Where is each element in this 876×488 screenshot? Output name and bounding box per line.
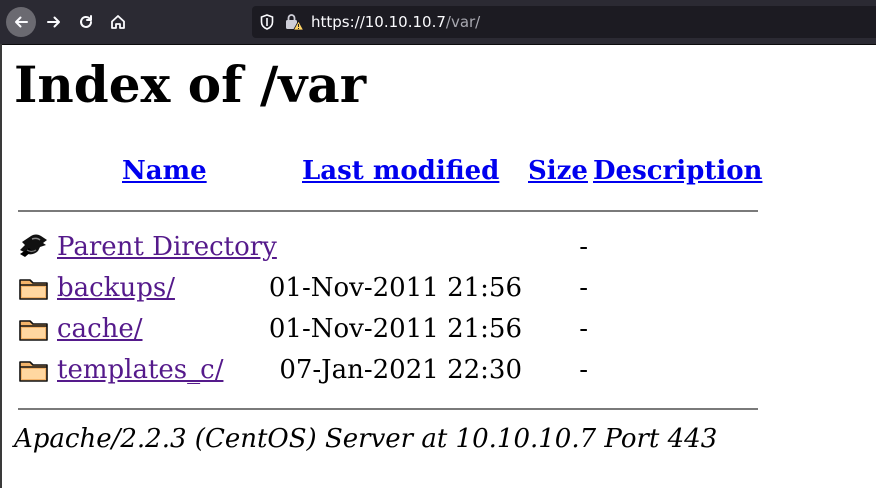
row-size: -	[579, 232, 588, 262]
table-row: templates_c/ 07-Jan-2021 22:30 -	[18, 353, 758, 389]
tracking-shield-icon[interactable]	[260, 14, 274, 30]
table-row: backups/ 01-Nov-2011 21:56 -	[18, 271, 758, 307]
home-button[interactable]	[103, 7, 133, 37]
reload-icon	[80, 15, 92, 28]
footer-divider	[18, 408, 758, 410]
browser-toolbar: https://10.10.10.7/var/	[0, 0, 876, 45]
url-text[interactable]: https://10.10.10.7/var/	[311, 13, 480, 31]
row-modified: 01-Nov-2011 21:56	[268, 273, 522, 303]
column-header-name[interactable]: Name	[122, 158, 207, 184]
column-header-size[interactable]: Size	[528, 158, 588, 184]
server-signature: Apache/2.2.3 (CentOS) Server at 10.10.10…	[14, 424, 718, 454]
backups-link[interactable]: backups/	[57, 275, 175, 301]
row-modified: 01-Nov-2011 21:56	[268, 314, 522, 344]
templates-c-link[interactable]: templates_c/	[57, 357, 223, 383]
reload-button[interactable]	[71, 7, 101, 37]
row-size: -	[579, 273, 588, 303]
insecure-lock-icon[interactable]	[285, 13, 305, 31]
row-modified: 07-Jan-2021 22:30	[279, 355, 522, 385]
column-header-description[interactable]: Description	[593, 158, 762, 184]
row-size: -	[579, 314, 588, 344]
parent-directory-link[interactable]: Parent Directory	[57, 234, 277, 260]
home-icon	[111, 15, 125, 29]
page-title: Index of /var	[14, 55, 367, 114]
folder-icon	[19, 320, 48, 341]
arrow-right-icon	[47, 16, 60, 28]
cache-link[interactable]: cache/	[57, 316, 143, 342]
table-row: cache/ 01-Nov-2011 21:56 -	[18, 312, 758, 348]
folder-icon	[19, 279, 48, 300]
table-row-parent: Parent Directory -	[18, 230, 758, 266]
address-bar[interactable]: https://10.10.10.7/var/	[252, 6, 876, 38]
url-path: /var/	[445, 13, 481, 31]
folder-icon	[19, 361, 48, 382]
column-header-last-modified[interactable]: Last modified	[302, 158, 499, 184]
back-icon	[20, 234, 47, 257]
header-divider	[18, 210, 758, 212]
back-button[interactable]	[6, 7, 36, 37]
url-host: https://10.10.10.7	[311, 13, 446, 31]
forward-button[interactable]	[39, 7, 69, 37]
page-content: Index of /var Name Last modified Size De…	[0, 44, 876, 488]
arrow-left-icon	[15, 16, 28, 28]
row-size: -	[579, 355, 588, 385]
